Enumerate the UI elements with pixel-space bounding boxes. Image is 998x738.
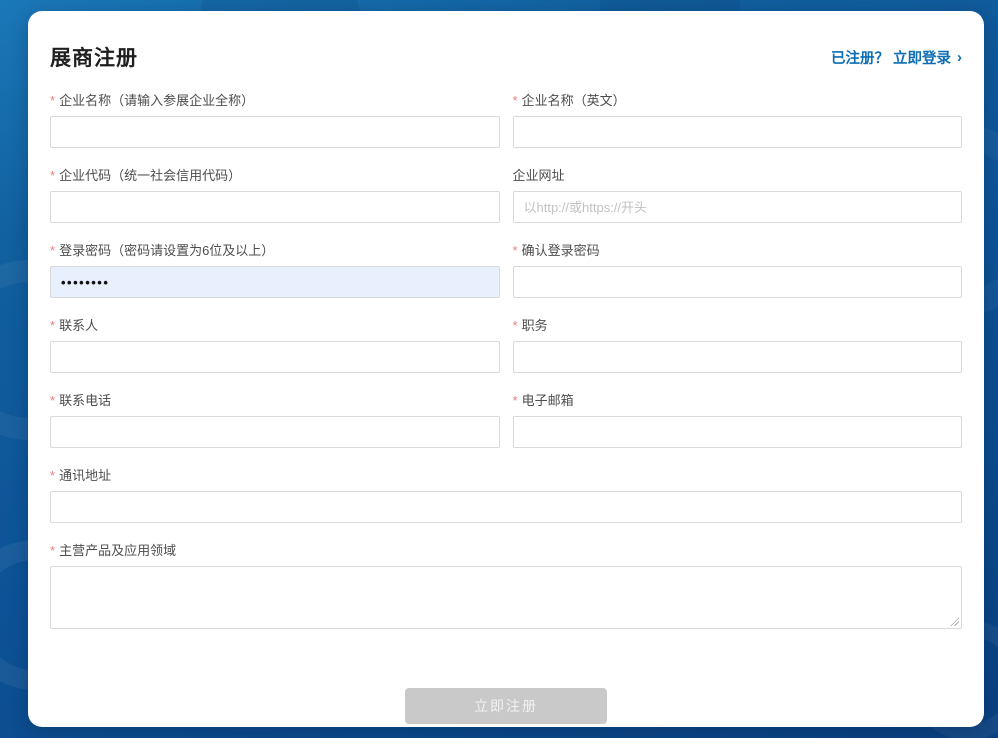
company-code-input[interactable] bbox=[50, 191, 500, 223]
field-label: * 主营产品及应用领域 bbox=[50, 543, 177, 558]
phone-input[interactable] bbox=[50, 416, 500, 448]
company-name-cn-input[interactable] bbox=[50, 116, 500, 148]
field-phone: * 联系电话 bbox=[50, 393, 500, 448]
field-main-products: * 主营产品及应用领域 bbox=[50, 543, 962, 629]
password-input[interactable] bbox=[50, 266, 500, 298]
field-label: * 企业名称（英文） bbox=[512, 93, 626, 108]
required-asterisk: * bbox=[50, 168, 56, 183]
field-label: * 联系人 bbox=[50, 318, 99, 333]
login-link[interactable]: 已注册？ 立即登录 › bbox=[831, 47, 962, 68]
field-job-title: * 职务 bbox=[512, 318, 962, 373]
field-label: * 联系电话 bbox=[50, 393, 112, 408]
required-asterisk: * bbox=[50, 468, 56, 483]
main-products-textarea[interactable] bbox=[50, 566, 962, 629]
required-asterisk: * bbox=[512, 318, 518, 333]
field-label: * 确认登录密码 bbox=[512, 243, 600, 258]
required-asterisk: * bbox=[512, 393, 518, 408]
address-input[interactable] bbox=[50, 491, 962, 523]
field-address: * 通讯地址 bbox=[50, 468, 962, 523]
required-asterisk: * bbox=[512, 243, 518, 258]
required-asterisk: * bbox=[512, 93, 518, 108]
website-input[interactable] bbox=[512, 191, 962, 223]
field-label: 企业网址 bbox=[512, 168, 565, 183]
confirm-password-input[interactable] bbox=[512, 266, 962, 298]
field-contact-person: * 联系人 bbox=[50, 318, 500, 373]
contact-person-input[interactable] bbox=[50, 341, 500, 373]
field-website: 企业网址 bbox=[512, 168, 962, 223]
field-confirm-password: * 确认登录密码 bbox=[512, 243, 962, 298]
field-label: * 职务 bbox=[512, 318, 548, 333]
page-title: 展商注册 bbox=[50, 47, 138, 70]
submit-row: 立即注册 bbox=[50, 688, 962, 724]
field-label: * 企业名称（请输入参展企业全称） bbox=[50, 93, 255, 108]
field-label: * 登录密码（密码请设置为6位及以上） bbox=[50, 243, 275, 258]
registration-card: 展商注册 已注册？ 立即登录 › * 企业名称（请输入参展企业全称） * 企业名称（… bbox=[28, 11, 984, 727]
field-email: * 电子邮箱 bbox=[512, 393, 962, 448]
field-label: * 电子邮箱 bbox=[512, 393, 574, 408]
login-link-label: 已注册？ 立即登录 bbox=[830, 50, 951, 67]
company-name-en-input[interactable] bbox=[512, 116, 962, 148]
field-company-name-en: * 企业名称（英文） bbox=[512, 93, 962, 148]
card-header: 展商注册 已注册？ 立即登录 › bbox=[50, 11, 962, 72]
field-password: * 登录密码（密码请设置为6位及以上） bbox=[50, 243, 500, 298]
required-asterisk: * bbox=[50, 93, 56, 108]
field-company-code: * 企业代码（统一社会信用代码） bbox=[50, 168, 500, 223]
job-title-input[interactable] bbox=[512, 341, 962, 373]
required-asterisk: * bbox=[50, 393, 56, 408]
chevron-right-icon: › bbox=[957, 48, 962, 66]
field-label: * 通讯地址 bbox=[50, 468, 112, 483]
required-asterisk: * bbox=[50, 243, 56, 258]
required-asterisk: * bbox=[50, 318, 56, 333]
email-input[interactable] bbox=[512, 416, 962, 448]
field-company-name-cn: * 企业名称（请输入参展企业全称） bbox=[50, 93, 500, 148]
register-button[interactable]: 立即注册 bbox=[405, 688, 607, 724]
required-asterisk: * bbox=[50, 543, 56, 558]
field-label: * 企业代码（统一社会信用代码） bbox=[50, 168, 242, 183]
